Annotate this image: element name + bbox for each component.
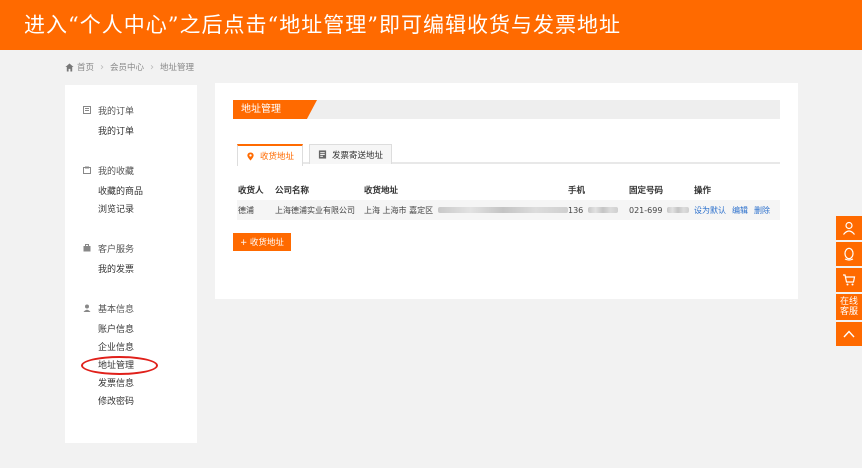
table-row: 德浦 上海德浦实业有限公司 上海 上海市 嘉定区 136 021-699 设为默… [237, 200, 780, 220]
redacted-text [437, 207, 568, 213]
col-header-phone: 固定号码 [629, 186, 664, 196]
sidebar-group-title: 客户服务 [98, 244, 135, 255]
sidebar: 我的订单 我的订单 我的收藏 收藏的商品 浏览记录 客户服务 我的发票 基本信息… [65, 85, 197, 443]
sidebar-item-my-invoices[interactable]: 我的发票 [98, 264, 197, 276]
sidebar-item-company-info[interactable]: 企业信息 [98, 342, 197, 354]
user-float-button[interactable] [836, 216, 862, 240]
set-default-link[interactable]: 设为默认 [694, 206, 726, 215]
col-header-receiver: 收货人 [238, 186, 264, 196]
cell-receiver: 德浦 [238, 205, 254, 215]
online-service-button[interactable]: 在线客服 [836, 294, 862, 320]
col-header-address: 收货地址 [364, 186, 399, 196]
sidebar-group-service: 客户服务 我的发票 [83, 242, 197, 276]
sidebar-item-saved-products[interactable]: 收藏的商品 [98, 186, 197, 198]
col-header-company: 公司名称 [275, 186, 310, 196]
cell-mobile: 136 [568, 206, 629, 215]
instruction-banner: 进入“个人中心”之后点击“地址管理”即可编辑收货与发票地址 [0, 0, 862, 50]
chevron-right-icon: › [150, 61, 155, 73]
address-table: 收货人 公司名称 收货地址 手机 固定号码 操作 德浦 上海德浦实业有限公司 上… [237, 180, 780, 220]
tab-invoice-address[interactable]: 发票寄送地址 [309, 144, 393, 164]
col-header-mobile: 手机 [568, 186, 586, 196]
user-icon [83, 304, 91, 312]
breadcrumb-home[interactable]: 首页 [77, 61, 94, 73]
redacted-text [666, 207, 689, 213]
sidebar-item-my-orders[interactable]: 我的订单 [98, 126, 197, 138]
location-pin-icon [247, 151, 254, 161]
cart-float-button[interactable] [836, 268, 862, 292]
online-service-label: 在线客服 [839, 297, 858, 317]
delete-link[interactable]: 删除 [754, 206, 770, 215]
sidebar-item-address-management[interactable]: 地址管理 [81, 356, 197, 375]
breadcrumb: 首页 › 会员中心 › 地址管理 [65, 60, 194, 74]
list-icon [83, 106, 91, 114]
sidebar-group-title: 我的收藏 [98, 166, 135, 177]
chevron-right-icon: › [100, 61, 105, 73]
back-to-top-button[interactable] [836, 322, 862, 346]
sidebar-item-browse-history[interactable]: 浏览记录 [98, 204, 197, 216]
sidebar-group-basic-info: 基本信息 账户信息 企业信息 地址管理 发票信息 修改密码 [81, 302, 197, 408]
edit-link[interactable]: 编辑 [732, 206, 748, 215]
sidebar-group-title: 我的订单 [98, 106, 135, 117]
highlight-circle [81, 356, 158, 375]
sidebar-item-account-info[interactable]: 账户信息 [98, 324, 197, 336]
tab-label: 收货地址 [260, 152, 295, 162]
sidebar-group-orders: 我的订单 我的订单 [83, 104, 197, 138]
cart-icon [843, 274, 856, 286]
section-header: 地址管理 [233, 100, 780, 119]
section-title: 地址管理 [233, 100, 317, 119]
sidebar-group-title: 基本信息 [98, 304, 135, 315]
chevron-up-icon [843, 330, 855, 338]
cell-actions: 设为默认 编辑 删除 [694, 205, 780, 216]
table-header-row: 收货人 公司名称 收货地址 手机 固定号码 操作 [237, 180, 780, 200]
home-icon [65, 62, 74, 72]
user-icon [843, 221, 855, 235]
col-header-actions: 操作 [694, 186, 712, 196]
service-icon [83, 244, 91, 252]
favorites-icon [83, 166, 91, 174]
sidebar-item-change-password[interactable]: 修改密码 [98, 396, 197, 408]
breadcrumb-member-center[interactable]: 会员中心 [110, 61, 144, 73]
sidebar-item-invoice-info[interactable]: 发票信息 [98, 378, 197, 390]
qq-float-button[interactable] [836, 242, 862, 266]
cell-phone: 021-699 [629, 206, 694, 215]
main-panel: 地址管理 收货地址 发票寄送地址 收货人 公司名称 收货地址 手机 固定号码 操… [215, 83, 798, 299]
cell-company: 上海德浦实业有限公司 [275, 205, 355, 215]
tab-shipping-address[interactable]: 收货地址 [237, 144, 304, 166]
add-shipping-address-button[interactable]: + 收货地址 [233, 233, 291, 251]
cell-address: 上海 上海市 嘉定区 [364, 205, 568, 216]
redacted-text [587, 207, 618, 213]
invoice-icon [318, 150, 327, 159]
tab-label: 发票寄送地址 [332, 150, 384, 161]
sidebar-group-favorites: 我的收藏 收藏的商品 浏览记录 [83, 164, 197, 216]
address-tabs: 收货地址 发票寄送地址 [237, 144, 780, 166]
qq-icon [844, 247, 854, 261]
floating-toolbar: 在线客服 [836, 216, 862, 348]
breadcrumb-current: 地址管理 [160, 63, 195, 73]
